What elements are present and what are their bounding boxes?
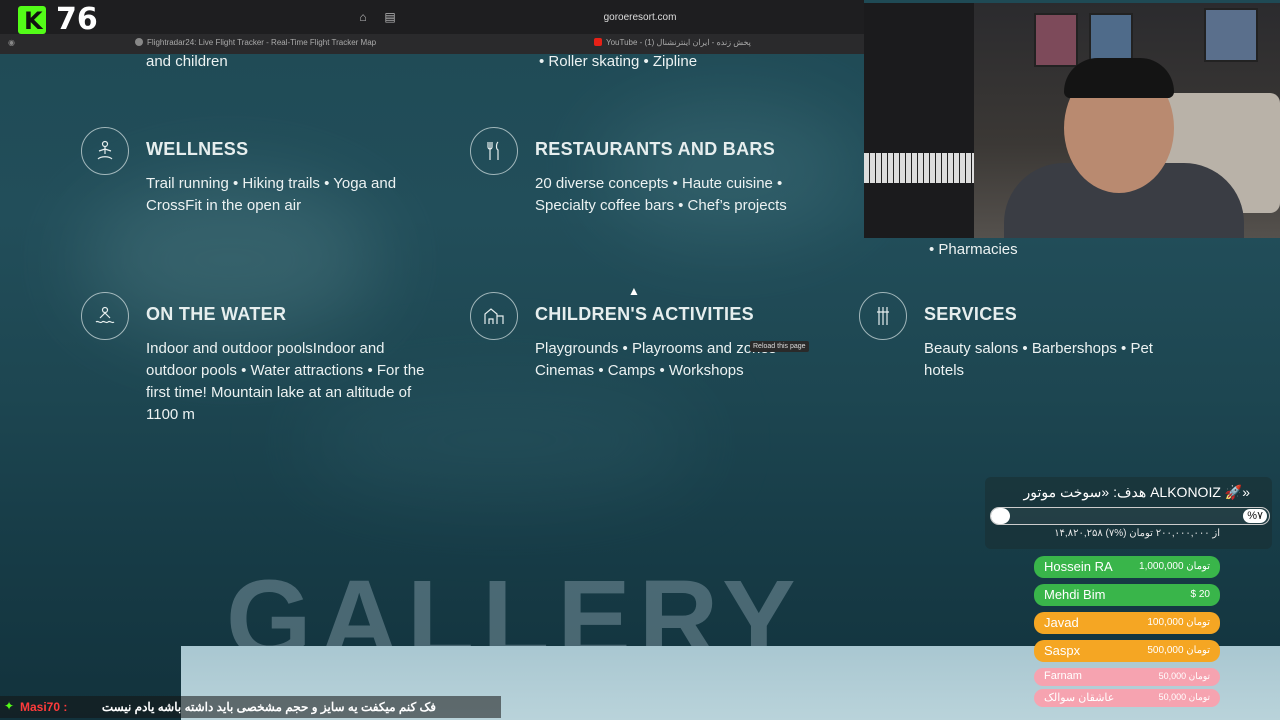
cutlery-icon [470,127,518,175]
feature-title: RESTAURANTS AND BARS [535,139,775,159]
donor-name: Saspx [1044,643,1081,658]
reload-tooltip: Reload this page [750,341,809,352]
feature-text-fragment: • Roller skating • Zipline [539,53,698,70]
donation-goal-title: هدف: «سوخت موتور ALKONOIZ 🚀» [1023,484,1250,500]
pool-icon [81,292,129,340]
donation-percent: %۷ [1243,509,1267,523]
globe-icon [135,38,143,46]
feature-description: 20 diverse concepts • Haute cuisine • Sp… [535,175,787,214]
donation-item: عاشقان سوالک 50,000 تومان [1034,689,1220,707]
yoga-icon [81,127,129,175]
streamer-hair [1064,58,1174,98]
tab-flightradar[interactable]: Flightradar24: Live Flight Tracker - Rea… [135,38,376,47]
donation-item: Saspx 500,000 تومان [1034,640,1220,662]
donation-progress-fill [991,508,1011,524]
feature-title: WELLNESS [146,139,249,159]
donation-item: Javad 100,000 تومان [1034,612,1220,634]
chat-message: فک کنم میکفت یه سایز و حجم مشخصی باید دا… [101,700,436,714]
feature-title: ON THE WATER [146,304,287,324]
donor-name: Hossein RA [1044,559,1113,574]
donor-name: Farnam [1044,670,1082,682]
playhouse-icon [470,292,518,340]
background-texture [600,100,860,240]
feature-text-fragment: • Pharmacies [929,241,1018,258]
donation-amount-label: 500,000 تومان [1147,645,1210,656]
donation-item: Hossein RA 1,000,000 تومان [1034,556,1220,578]
poster [1034,13,1078,67]
donation-amount: ۱۴,۸۲۰,۲۵۸ از ۲۰۰,۰۰۰,۰۰۰ تومان (%۷) [1054,528,1220,539]
chat-username: Masi70 : [20,700,68,714]
poster [1204,8,1258,62]
donor-name: Javad [1044,615,1079,630]
mouse-cursor-icon: ▲ [628,284,640,298]
donation-amount-label: 50,000 تومان [1158,671,1210,681]
kick-logo: K [18,6,46,35]
donation-amount-label: 1,000,000 تومان [1139,561,1210,572]
donation-amount-label: 100,000 تومان [1147,617,1210,628]
shelf [864,3,974,238]
feature-description: Beauty salons • Barbershops • Pet hotels [924,340,1153,379]
donation-item: Farnam 50,000 تومان [1034,668,1220,686]
feature-description: Trail running • Hiking trails • Yoga and… [146,175,397,214]
browser-toolbar [0,0,864,34]
donor-name: عاشقان سوالک [1044,692,1115,704]
feature-title: CHILDREN'S ACTIVITIES [535,304,754,324]
star-icon: ✦ [4,699,15,713]
chat-overlay: ✦ Masi70 : فک کنم میکفت یه سایز و حجم مش… [0,696,501,718]
home-icon[interactable]: ⌂ [356,10,370,24]
feature-description: Indoor and outdoor poolsIndoor and outdo… [146,340,425,423]
donation-amount-label: 50,000 تومان [1158,692,1210,702]
webcam-overlay [864,3,1280,238]
donation-item: Mehdi Bim $ 20 [1034,584,1220,606]
donation-progress-bar: %۷ [990,507,1270,525]
feature-title: SERVICES [924,304,1018,324]
youtube-icon [594,38,602,46]
reader-icon[interactable]: ▤ [383,10,397,24]
viewer-count: 76 [56,2,98,37]
feature-text-fragment: and children [146,53,228,70]
tab-youtube[interactable]: YouTube - پخش زنده - ایران اینترنشنال (1… [594,38,751,47]
donor-name: Mehdi Bim [1044,587,1106,602]
site-icon: ◉ [8,38,15,47]
services-icon [859,292,907,340]
donation-amount-label: $ 20 [1190,589,1210,600]
keyboard-instrument [864,153,974,183]
address-bar[interactable]: goroeresort.com [560,12,720,23]
